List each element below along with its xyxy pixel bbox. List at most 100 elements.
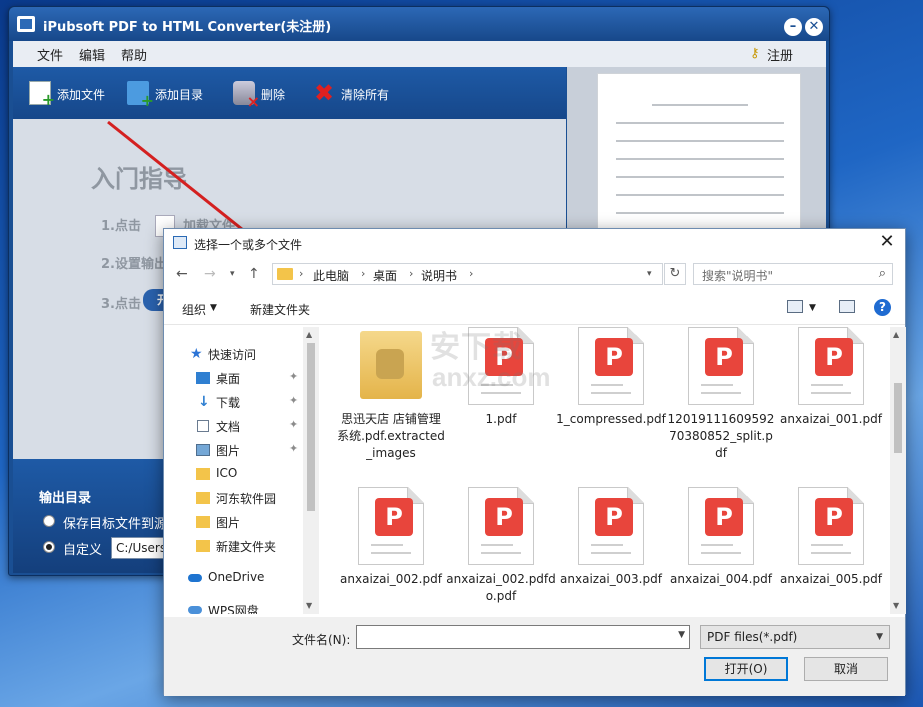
file-grid-scrollbar[interactable]: ▲ ▼ [890, 327, 906, 614]
scroll-up-icon[interactable]: ▲ [893, 330, 899, 339]
tree-item-pictures-folder[interactable]: 图片 [164, 511, 319, 533]
file-item[interactable]: P anxaizai_001.pdf [776, 327, 886, 487]
file-item[interactable]: P 1201911160959270380852_split.pdf [666, 327, 776, 487]
pdf-file-icon: P [688, 487, 754, 565]
dialog-title: 选择一个或多个文件 [194, 238, 303, 252]
address-dropdown-icon[interactable]: ▾ [647, 269, 652, 279]
custom-path-radio[interactable] [43, 541, 55, 553]
guide-title: 入门指导 [91, 165, 187, 193]
pdf-file-icon: P [578, 327, 644, 405]
up-arrow-icon[interactable]: ↑ [248, 266, 260, 282]
tree-item-pictures[interactable]: 图片 ✦ [164, 439, 319, 461]
tree-item-documents[interactable]: 文档 ✦ [164, 415, 319, 437]
scroll-up-icon[interactable]: ▲ [306, 330, 312, 339]
tree-item-onedrive[interactable]: OneDrive [164, 567, 319, 589]
scrollbar-thumb[interactable] [307, 343, 315, 511]
tree-item-hedong[interactable]: 河东软件园 [164, 487, 319, 509]
step-1: 1.点击 [101, 219, 141, 234]
open-button[interactable]: 打开(O) [704, 657, 788, 681]
breadcrumb-manual[interactable]: 说明书 [421, 267, 457, 284]
address-bar[interactable]: › 此电脑 › 桌面 › 说明书 › ▾ [272, 263, 663, 285]
file-open-dialog: 选择一个或多个文件 ✕ ← → ▾ ↑ › 此电脑 › 桌面 › 说明书 › ▾… [163, 228, 906, 696]
tree-item-desktop[interactable]: 桌面 ✦ [164, 367, 319, 389]
file-name: 思迅天店 店铺管理系统.pdf.extracted_images [337, 412, 445, 460]
clear-all-label: 清除所有 [341, 88, 390, 102]
pdf-file-icon: P [468, 487, 534, 565]
file-grid: 思迅天店 店铺管理系统.pdf.extracted_images P 1.pdf… [336, 327, 889, 614]
tree-item-wps-cloud[interactable]: WPS网盘 [164, 599, 319, 614]
tree-item-label: 图片 [216, 516, 241, 530]
new-folder-button[interactable]: 新建文件夹 [250, 301, 310, 318]
forward-arrow-icon[interactable]: → [204, 266, 216, 282]
scroll-down-icon[interactable]: ▼ [306, 601, 312, 610]
tree-item-downloads[interactable]: ↓ 下载 ✦ [164, 391, 319, 413]
filename-input[interactable]: ▼ [356, 625, 690, 649]
search-input[interactable]: 搜索"说明书" ⌕ [693, 263, 893, 285]
file-item[interactable]: P anxaizai_002.pdfdo.pdf [446, 487, 556, 614]
file-name: anxaizai_003.pdf [560, 572, 662, 586]
close-app-button[interactable]: ✕ [805, 18, 823, 36]
file-item[interactable]: P anxaizai_004.pdf [666, 487, 776, 614]
file-item[interactable]: P anxaizai_002.pdf [336, 487, 446, 614]
filetype-select[interactable]: PDF files(*.pdf) ▼ [700, 625, 890, 649]
chevron-right-icon: › [409, 267, 414, 280]
search-icon: ⌕ [878, 266, 886, 281]
chevron-right-icon: › [469, 267, 474, 280]
add-folder-icon [127, 81, 154, 110]
view-mode-icon[interactable] [787, 300, 803, 313]
toolbar: 添加文件 添加目录 删除 ✖ 清除所有 [13, 67, 566, 119]
clear-all-icon: ✖ [313, 79, 335, 107]
command-bar: 组织 ▼ 新建文件夹 ▼ ? [164, 291, 905, 325]
tree-item-label: 快速访问 [208, 348, 257, 362]
tree-item-label: 河东软件园 [216, 492, 277, 506]
back-arrow-icon[interactable]: ← [176, 266, 188, 282]
tree-scrollbar[interactable]: ▲ ▼ [303, 327, 319, 614]
chevron-down-icon[interactable]: ▼ [678, 630, 685, 640]
watermark-url: anxz.com [432, 362, 551, 392]
preview-pane-icon[interactable] [839, 300, 855, 313]
refresh-button[interactable]: ↻ [664, 263, 686, 285]
file-item[interactable]: P 1_compressed.pdf [556, 327, 666, 487]
file-item[interactable]: P anxaizai_005.pdf [776, 487, 886, 614]
tree-item-ico[interactable]: ICO [164, 463, 319, 485]
help-icon[interactable]: ? [874, 299, 891, 316]
scrollbar-thumb[interactable] [894, 383, 902, 453]
file-name: anxaizai_002.pdf [340, 572, 442, 586]
file-item[interactable]: P anxaizai_003.pdf [556, 487, 666, 614]
tree-item-new-folder[interactable]: 新建文件夹 [164, 535, 319, 557]
document-preview [597, 73, 801, 251]
tree-item-label: 新建文件夹 [216, 540, 277, 554]
navigation-row: ← → ▾ ↑ › 此电脑 › 桌面 › 说明书 › ▾ ↻ 搜索"说明书" ⌕ [164, 261, 905, 287]
dialog-footer: 文件名(N): ▼ PDF files(*.pdf) ▼ 打开(O) 取消 [164, 617, 905, 696]
cancel-button[interactable]: 取消 [804, 657, 888, 681]
pin-icon: ✦ [289, 394, 299, 407]
filename-label: 文件名(N): [292, 633, 351, 647]
recent-locations-icon[interactable]: ▾ [230, 269, 235, 279]
dialog-close-button[interactable]: ✕ [877, 232, 897, 252]
step-3: 3.点击 [101, 297, 141, 312]
folder-icon [196, 492, 210, 504]
view-dropdown-icon[interactable]: ▼ [809, 303, 816, 313]
wps-cloud-icon [188, 606, 202, 614]
chevron-down-icon: ▼ [876, 632, 883, 642]
menu-help[interactable]: 帮助 [121, 45, 147, 64]
file-name: anxaizai_002.pdfdo.pdf [446, 572, 556, 603]
tree-item-label: 图片 [216, 444, 241, 458]
tree-item-quick-access[interactable]: ★ 快速访问 [164, 343, 319, 365]
breadcrumb-desktop[interactable]: 桌面 [373, 267, 397, 284]
tree-item-label: 桌面 [216, 372, 241, 386]
save-to-source-radio[interactable] [43, 515, 55, 527]
pdf-file-icon: P [358, 487, 424, 565]
organize-menu[interactable]: 组织 [182, 301, 206, 318]
app-titlebar: iPubsoft PDF to HTML Converter(未注册) – ✕ [9, 7, 829, 41]
onedrive-icon [188, 574, 202, 582]
menu-file[interactable]: 文件 [37, 45, 63, 64]
app-title: iPubsoft PDF to HTML Converter(未注册) [43, 20, 332, 35]
minimize-button[interactable]: – [784, 18, 802, 36]
star-icon: ★ [190, 346, 203, 362]
breadcrumb-this-pc[interactable]: 此电脑 [313, 267, 349, 284]
menu-edit[interactable]: 编辑 [79, 45, 105, 64]
scroll-down-icon[interactable]: ▼ [893, 601, 899, 610]
register-link[interactable]: 注册 [767, 45, 793, 64]
chevron-right-icon: › [361, 267, 366, 280]
